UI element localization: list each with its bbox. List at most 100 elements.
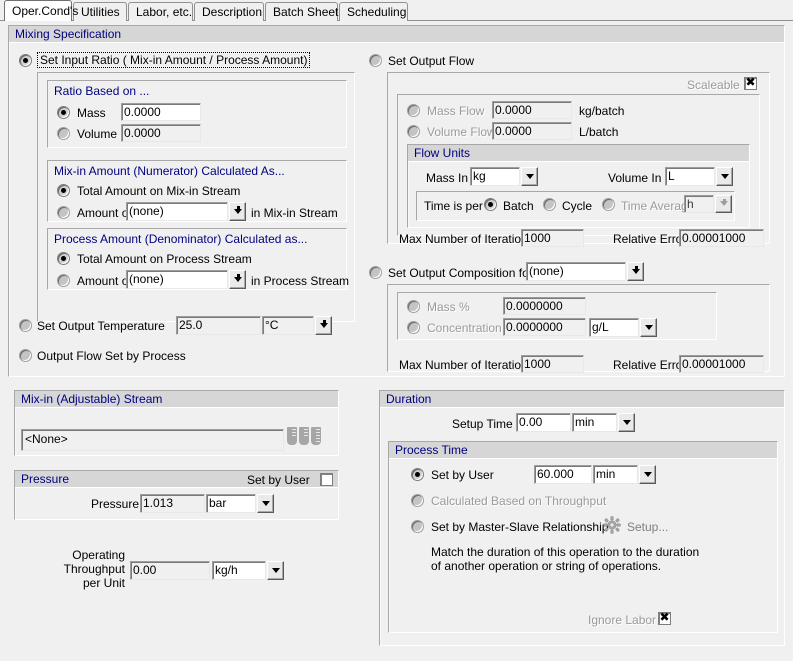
mass-in-combo[interactable]: kg [470, 167, 538, 186]
mass-pct-input[interactable]: 0.0000000 [503, 297, 586, 315]
pressure-unit-combo[interactable]: bar [206, 494, 274, 513]
time-average-unit-combo[interactable]: h [684, 195, 732, 213]
denominator-component-combo[interactable]: (none) [126, 270, 246, 289]
numerator-legend: Mix-in Amount (Numerator) Calculated As.… [54, 164, 285, 178]
process-time-calculated-radio[interactable] [411, 494, 424, 507]
denominator-amount-of-radio[interactable] [57, 274, 70, 287]
output-composition-component-combo[interactable]: (none) [526, 262, 644, 281]
volume-in-combo[interactable]: L [665, 167, 733, 186]
throughput-input[interactable]: 0.00 [130, 561, 210, 580]
ratio-mass-input[interactable]: 0.0000 [121, 103, 201, 121]
numerator-total-radio[interactable] [57, 184, 70, 197]
chevron-down-icon[interactable] [229, 270, 246, 289]
set-input-ratio-label[interactable]: Set Input Ratio ( Mix-in Amount / Proces… [37, 52, 311, 68]
process-time-set-by-user-radio[interactable] [411, 468, 424, 481]
output-flow-set-by-process-radio[interactable] [19, 349, 32, 362]
stream-tube-icons[interactable] [287, 427, 321, 445]
set-input-ratio-radio[interactable] [19, 54, 32, 67]
process-time-unit-combo[interactable]: min [593, 465, 656, 484]
tab-label: Description [202, 5, 263, 19]
time-average-unit-value: h [684, 195, 714, 213]
tab-label: Scheduling [347, 5, 407, 19]
set-output-composition-radio[interactable] [369, 266, 382, 279]
setup-time-input[interactable]: 0.00 [516, 413, 571, 432]
volume-in-value: L [665, 167, 715, 186]
denominator-total-radio[interactable] [57, 252, 70, 265]
pressure-input[interactable]: 1.013 [140, 494, 205, 513]
process-time-input[interactable]: 60.000 [534, 465, 592, 484]
test-tube-icon[interactable] [311, 427, 321, 445]
setup-time-label: Setup Time [452, 417, 513, 431]
chevron-down-icon[interactable] [639, 465, 656, 484]
setup-time-unit-value: min [572, 413, 617, 432]
denominator-amount-of-label: Amount of [77, 274, 132, 288]
mass-flow-input[interactable]: 0.0000 [492, 101, 572, 119]
chevron-down-icon[interactable] [257, 494, 274, 513]
concentration-unit-combo[interactable]: g/L [589, 318, 657, 337]
process-time-master-slave-label: Set by Master-Slave Relationship [431, 520, 609, 534]
tab-description[interactable]: Description [194, 2, 264, 21]
chevron-down-icon[interactable] [267, 561, 284, 580]
set-output-flow-radio[interactable] [369, 54, 382, 67]
set-output-flow-label: Set Output Flow [388, 54, 475, 68]
time-per-batch-radio[interactable] [484, 198, 497, 211]
mass-pct-radio[interactable] [407, 300, 420, 313]
scaleable-checkbox[interactable] [744, 76, 757, 90]
process-time-panel: Process Time Set by User 60.000 min Calc… [388, 441, 778, 633]
numerator-amount-of-radio[interactable] [57, 206, 70, 219]
ratio-mass-radio[interactable] [57, 106, 70, 119]
time-average-radio[interactable] [602, 198, 615, 211]
set-output-temperature-radio[interactable] [19, 319, 32, 332]
comp-max-iterations-input[interactable]: 1000 [521, 355, 584, 373]
concentration-input[interactable]: 0.0000000 [503, 318, 586, 336]
volume-flow-radio[interactable] [407, 125, 420, 138]
chevron-down-icon[interactable] [627, 262, 644, 281]
denominator-component-value: (none) [126, 270, 228, 289]
throughput-label-line1: Operating [72, 548, 125, 562]
chevron-down-icon[interactable] [716, 167, 733, 186]
volume-flow-input[interactable]: 0.0000 [492, 122, 572, 140]
set-by-user-checkbox[interactable] [320, 473, 333, 486]
temperature-input[interactable]: 25.0 [176, 316, 261, 335]
flow-relative-error-input[interactable]: 0.00001000 [679, 229, 764, 247]
ignore-labor-label: Ignore Labor [588, 613, 657, 627]
tab-batch-sheet[interactable]: Batch Sheet [265, 2, 338, 21]
process-time-set-by-user-label: Set by User [431, 468, 494, 482]
chevron-down-icon[interactable] [229, 202, 246, 221]
throughput-label-line2: Throughput [63, 562, 125, 576]
master-slave-description-line2: of another operation or string of operat… [431, 559, 662, 573]
tab-labor-etc[interactable]: Labor, etc. [128, 2, 193, 21]
pressure-field-label: Pressure [91, 497, 140, 511]
time-per-cycle-radio[interactable] [543, 198, 556, 211]
numerator-component-value: (none) [126, 202, 228, 221]
process-time-master-slave-radio[interactable] [411, 520, 424, 533]
temperature-unit-combo[interactable]: °C [262, 316, 332, 335]
numerator-component-combo[interactable]: (none) [126, 202, 246, 221]
tab-utilities[interactable]: Utilities [73, 2, 127, 21]
chevron-down-icon[interactable] [618, 413, 635, 432]
set-output-composition-label: Set Output Composition for [388, 266, 533, 280]
mass-flow-radio[interactable] [407, 104, 420, 117]
tab-scheduling[interactable]: Scheduling [339, 2, 408, 21]
chevron-down-icon[interactable] [640, 318, 657, 337]
setup-button-label[interactable]: Setup... [627, 520, 668, 534]
mixin-stream-listbox[interactable]: <None> [21, 429, 284, 451]
flow-max-iterations-input[interactable]: 1000 [521, 229, 584, 247]
test-tube-icon[interactable] [287, 427, 297, 445]
duration-panel: Duration Setup Time 0.00 min Process Tim… [379, 390, 785, 646]
time-per-batch-label: Batch [503, 199, 534, 213]
tab-label: Batch Sheet [273, 5, 339, 19]
setup-time-unit-combo[interactable]: min [572, 413, 635, 432]
throughput-unit-combo[interactable]: kg/h [212, 561, 284, 580]
set-by-user-label: Set by User [247, 473, 310, 487]
chevron-down-icon[interactable] [715, 195, 732, 213]
ratio-volume-radio[interactable] [57, 127, 70, 140]
ignore-labor-checkbox[interactable] [658, 611, 671, 625]
comp-relative-error-input[interactable]: 0.00001000 [679, 355, 764, 373]
ratio-volume-input[interactable]: 0.0000 [121, 124, 201, 142]
test-tube-icon[interactable] [299, 427, 309, 445]
tab-oper-conds[interactable]: Oper.Cond's [4, 0, 78, 21]
chevron-down-icon[interactable] [521, 167, 538, 186]
concentration-radio[interactable] [407, 321, 420, 334]
chevron-down-icon[interactable] [315, 316, 332, 335]
